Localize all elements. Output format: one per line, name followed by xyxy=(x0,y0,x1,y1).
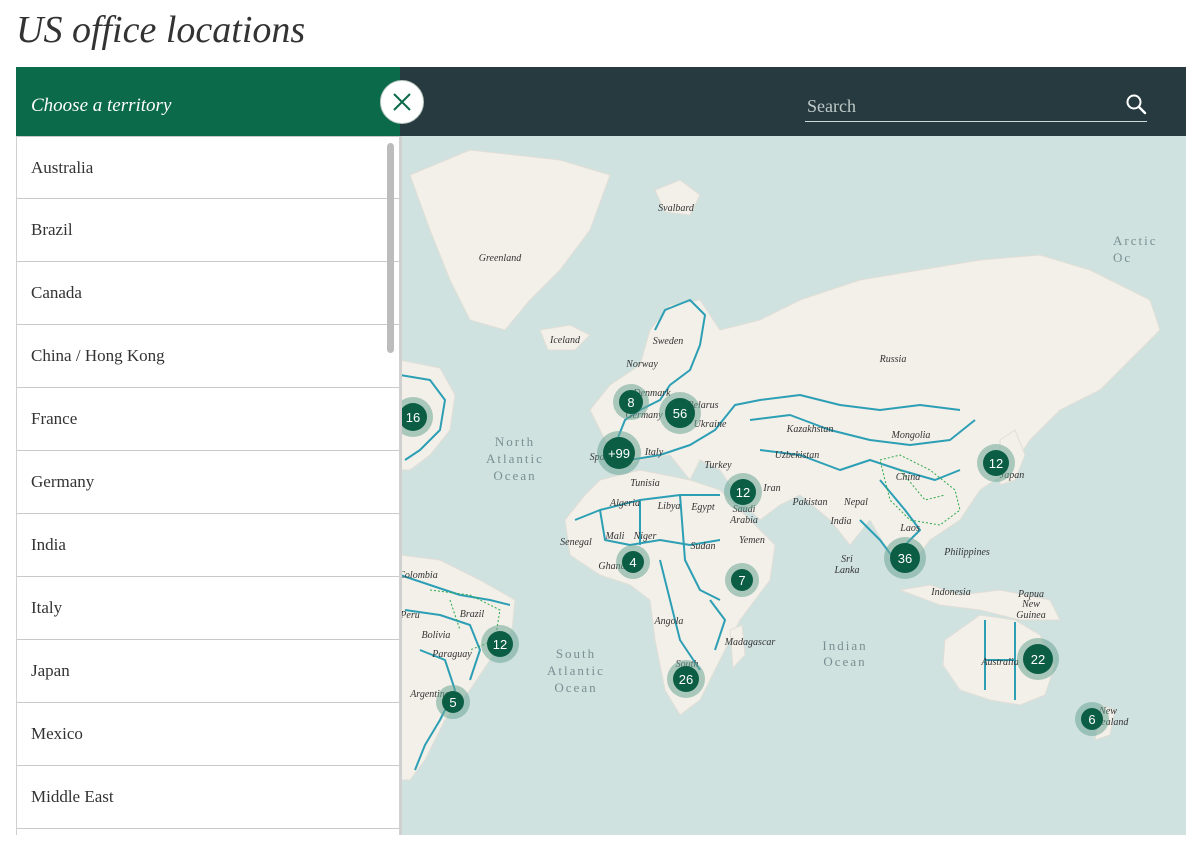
territory-item-middle-east[interactable]: Middle East xyxy=(17,766,400,829)
svg-text:12: 12 xyxy=(493,637,507,652)
place-label: Greenland xyxy=(479,253,522,264)
place-label: Iran xyxy=(762,483,780,494)
svg-text:7: 7 xyxy=(738,573,745,588)
territory-panel-title: Choose a territory xyxy=(31,95,172,116)
territory-list-scrollbar[interactable] xyxy=(387,143,394,353)
svg-text:26: 26 xyxy=(679,672,693,687)
place-label: Libya xyxy=(657,501,681,512)
place-label: Svalbard xyxy=(658,203,695,214)
territory-item-japan[interactable]: Japan xyxy=(17,640,400,703)
cluster-marker-western-europe[interactable]: +99 xyxy=(597,431,641,475)
place-label: Sweden xyxy=(653,336,684,347)
svg-text:12: 12 xyxy=(736,485,750,500)
place-label: Algeria xyxy=(609,498,640,509)
place-label: Paraguay xyxy=(431,649,472,660)
place-label: Tunisia xyxy=(630,478,659,489)
territory-panel-header: Choose a territory xyxy=(16,67,400,136)
place-label: Norway xyxy=(625,359,658,370)
place-label: Nepal xyxy=(843,497,868,508)
cluster-marker-japan[interactable]: 12 xyxy=(977,444,1015,482)
place-label: Guinea xyxy=(1016,610,1045,621)
svg-text:12: 12 xyxy=(989,456,1003,471)
search-input[interactable] xyxy=(805,91,1147,122)
place-label: Lanka xyxy=(834,565,860,576)
cluster-marker-brazil[interactable]: 12 xyxy=(481,625,519,663)
territory-item-canada[interactable]: Canada xyxy=(17,262,400,325)
place-label: Madagascar xyxy=(724,637,776,648)
cluster-marker-uk[interactable]: 8 xyxy=(613,384,649,420)
place-label: Turkey xyxy=(704,460,732,471)
search-button[interactable] xyxy=(1122,91,1152,119)
svg-text:5: 5 xyxy=(449,695,456,710)
territory-item-china-hong-kong[interactable]: China / Hong Kong xyxy=(17,325,400,388)
cluster-marker-argentina[interactable]: 5 xyxy=(436,685,470,719)
territory-item-india[interactable]: India xyxy=(17,514,400,577)
search-icon xyxy=(1126,94,1147,115)
place-label: Kazakhstan xyxy=(786,424,834,435)
cluster-marker-east-africa[interactable]: 7 xyxy=(725,563,759,597)
place-label: Angola xyxy=(654,616,684,627)
place-label: Uzbekistan xyxy=(775,450,819,461)
svg-text:4: 4 xyxy=(629,555,636,570)
place-label: Laos xyxy=(899,523,920,534)
place-label: Mongolia xyxy=(891,430,931,441)
cluster-marker-west-africa[interactable]: 4 xyxy=(616,545,650,579)
place-label: China xyxy=(896,472,920,483)
place-label: Mali xyxy=(605,531,625,542)
territory-panel: Choose a territory Australia Brazil Cana… xyxy=(16,67,400,835)
cluster-marker-australia[interactable]: 22 xyxy=(1017,638,1059,680)
world-map[interactable]: North Atlantic Ocean South Atlantic Ocean In… xyxy=(400,136,1186,835)
cluster-marker-south-africa[interactable]: 26 xyxy=(667,660,705,698)
place-label: Australia xyxy=(980,657,1018,668)
territory-item-brazil[interactable]: Brazil xyxy=(17,199,400,262)
place-label: New xyxy=(1021,599,1040,610)
place-label: Sudan xyxy=(691,541,716,552)
place-label: Pakistan xyxy=(792,497,828,508)
territory-item-germany[interactable]: Germany xyxy=(17,451,400,514)
territory-list[interactable]: Australia Brazil Canada China / Hong Kon… xyxy=(16,136,400,835)
place-label: Italy xyxy=(644,447,664,458)
place-label: Yemen xyxy=(739,535,765,546)
svg-text:8: 8 xyxy=(627,395,634,410)
territory-item-italy[interactable]: Italy xyxy=(17,577,400,640)
place-label: Iceland xyxy=(549,335,581,346)
svg-text:36: 36 xyxy=(898,551,912,566)
search-bar xyxy=(400,67,1186,136)
map-canvas[interactable]: North Atlantic Ocean South Atlantic Ocean In… xyxy=(400,136,1186,835)
place-label: Philippines xyxy=(943,547,990,558)
svg-text:16: 16 xyxy=(406,410,420,425)
place-label: Indonesia xyxy=(930,587,970,598)
territory-item-france[interactable]: France xyxy=(17,388,400,451)
place-label: Bolivia xyxy=(422,630,451,641)
territory-item-australia[interactable]: Australia xyxy=(17,136,400,199)
cluster-marker-central-europe[interactable]: 56 xyxy=(659,392,701,434)
place-label: Sri xyxy=(841,554,853,565)
place-label: Niger xyxy=(633,531,657,542)
place-label: Arabia xyxy=(729,515,758,526)
svg-text:6: 6 xyxy=(1088,712,1095,727)
place-label: India xyxy=(829,516,851,527)
cluster-marker-new-zealand[interactable]: 6 xyxy=(1075,702,1109,736)
close-panel-button[interactable] xyxy=(380,80,424,124)
svg-text:+99: +99 xyxy=(608,446,630,461)
cluster-marker-southeast-asia[interactable]: 36 xyxy=(884,537,926,579)
ocean-label-indian: Indian Ocean xyxy=(822,638,867,669)
place-label: Egypt xyxy=(690,502,715,513)
office-locator: North Atlantic Ocean South Atlantic Ocean In… xyxy=(16,67,1186,835)
close-icon xyxy=(393,93,411,111)
svg-text:22: 22 xyxy=(1031,652,1045,667)
place-label: Senegal xyxy=(560,537,592,548)
place-label: Brazil xyxy=(460,609,485,620)
place-label: Peru xyxy=(400,610,420,621)
svg-text:56: 56 xyxy=(673,406,687,421)
territory-item-mexico[interactable]: Mexico xyxy=(17,703,400,766)
place-label: Colombia xyxy=(400,570,438,581)
page-title: US office locations xyxy=(16,9,306,51)
panel-divider xyxy=(399,136,402,835)
cluster-marker-middle-east[interactable]: 12 xyxy=(724,473,762,511)
place-label: Russia xyxy=(879,354,907,365)
